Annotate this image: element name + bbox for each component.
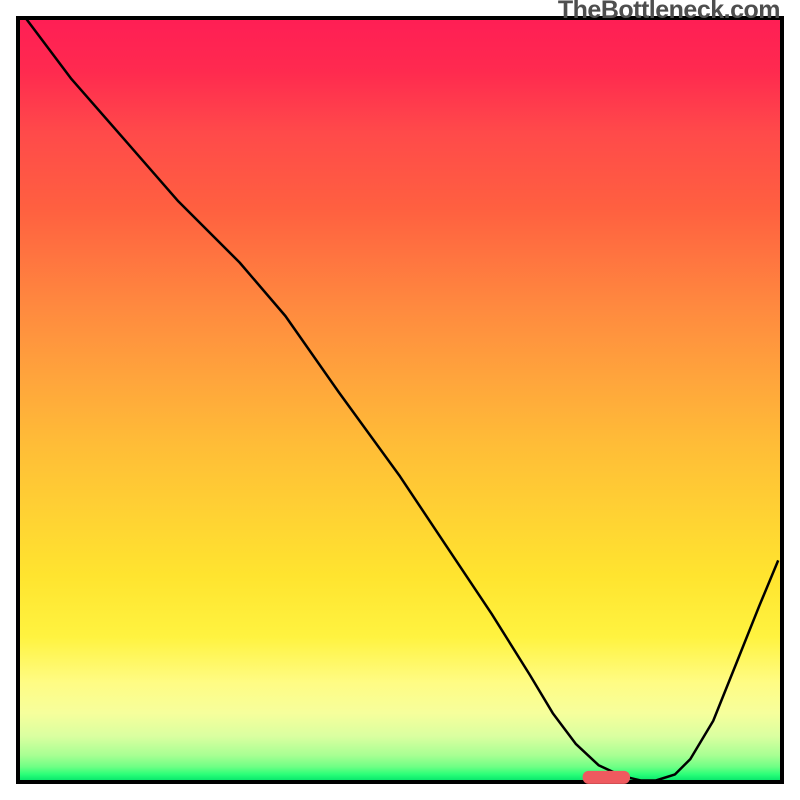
bottleneck-chart: TheBottleneck.com (0, 0, 800, 800)
watermark-label: TheBottleneck.com (558, 0, 780, 25)
plot-background-gradient (18, 18, 782, 782)
